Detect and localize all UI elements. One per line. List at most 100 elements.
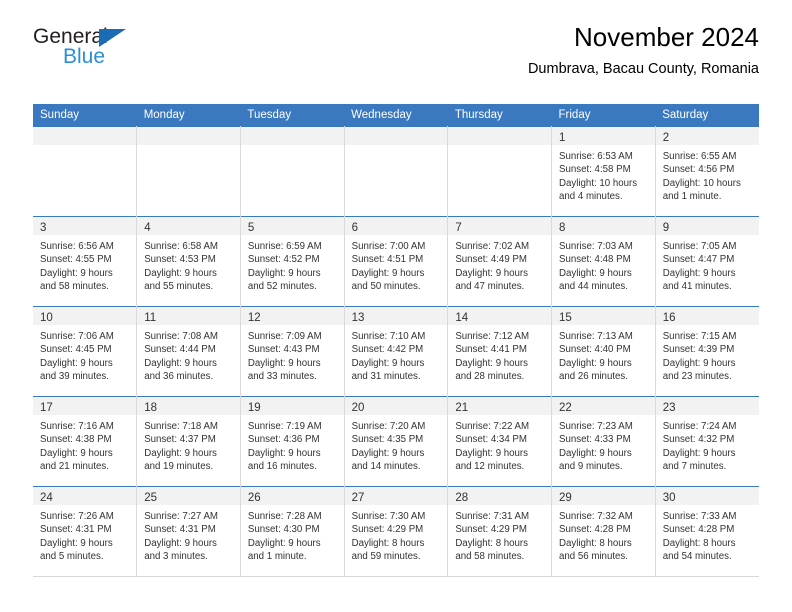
sunset-line: Sunset: 4:38 PM bbox=[40, 434, 112, 446]
calendar-day-cell[interactable]: 11 Sunrise: 7:08 AM Sunset: 4:44 PM Dayligh… bbox=[136, 306, 241, 397]
day-number: 30 bbox=[662, 492, 676, 504]
calendar-day-cell[interactable]: 23 Sunrise: 7:24 AM Sunset: 4:32 PM Dayligh… bbox=[655, 396, 759, 487]
daylight-line: Daylight: 10 hours bbox=[662, 177, 741, 189]
calendar-day-cell[interactable]: 12 Sunrise: 7:09 AM Sunset: 4:43 PM Dayligh… bbox=[240, 306, 345, 397]
daylight-line-cont: and 9 minutes. bbox=[559, 461, 623, 473]
sunrise-line: Sunrise: 7:02 AM bbox=[455, 241, 530, 252]
day-number-strip: 19 bbox=[240, 397, 344, 415]
daylight-line: Daylight: 8 hours bbox=[351, 537, 425, 549]
calendar-day-cell[interactable]: 3 Sunrise: 6:56 AM Sunset: 4:55 PM Daylight… bbox=[33, 216, 138, 307]
day-detail-lines: Sunrise: 7:27 AM Sunset: 4:31 PM Daylight:… bbox=[137, 505, 240, 564]
calendar-day-cell[interactable]: 29 Sunrise: 7:32 AM Sunset: 4:28 PM Dayligh… bbox=[551, 486, 656, 577]
page-title: November 2024 bbox=[574, 22, 759, 52]
sunset-line: Sunset: 4:43 PM bbox=[247, 344, 320, 356]
calendar-day-cell[interactable]: 27 Sunrise: 7:30 AM Sunset: 4:29 PM Dayligh… bbox=[344, 486, 449, 577]
day-cell-inner: 9 Sunrise: 7:05 AM Sunset: 4:47 PM Daylight… bbox=[655, 217, 759, 306]
day-detail-lines: Sunrise: 7:28 AM Sunset: 4:30 PM Daylight:… bbox=[241, 505, 344, 564]
day-detail-lines: Sunrise: 7:13 AM Sunset: 4:40 PM Daylight:… bbox=[552, 325, 655, 384]
day-cell-inner: 17 Sunrise: 7:16 AM Sunset: 4:38 PM Dayligh… bbox=[33, 397, 137, 486]
sunset-line: Sunset: 4:29 PM bbox=[455, 524, 527, 536]
day-cell-inner: 23 Sunrise: 7:24 AM Sunset: 4:32 PM Dayligh… bbox=[655, 397, 759, 486]
day-number-strip: 18 bbox=[137, 397, 240, 415]
day-cell-inner: 8 Sunrise: 7:03 AM Sunset: 4:48 PM Daylight… bbox=[552, 217, 655, 306]
calendar-week-row: 3 Sunrise: 6:56 AM Sunset: 4:55 PM Daylight… bbox=[33, 216, 759, 307]
day-number-strip: 4 bbox=[137, 217, 240, 235]
sunset-line: Sunset: 4:31 PM bbox=[40, 524, 112, 536]
day-number-strip: 12 bbox=[240, 307, 344, 325]
sunrise-line: Sunrise: 7:20 AM bbox=[351, 421, 426, 432]
daylight-line: Daylight: 9 hours bbox=[559, 447, 632, 459]
sunset-line: Sunset: 4:28 PM bbox=[559, 524, 631, 536]
calendar-day-cell[interactable]: 15 Sunrise: 7:13 AM Sunset: 4:40 PM Dayligh… bbox=[551, 306, 656, 397]
daylight-line-cont: and 16 minutes. bbox=[247, 461, 317, 473]
day-cell-inner: 27 Sunrise: 7:30 AM Sunset: 4:29 PM Dayligh… bbox=[344, 487, 448, 576]
calendar-day-cell[interactable]: 22 Sunrise: 7:23 AM Sunset: 4:33 PM Dayligh… bbox=[551, 396, 656, 487]
calendar-day-cell[interactable]: 14 Sunrise: 7:12 AM Sunset: 4:41 PM Dayligh… bbox=[447, 306, 553, 397]
calendar-day-cell[interactable]: 10 Sunrise: 7:06 AM Sunset: 4:45 PM Dayligh… bbox=[33, 306, 138, 397]
sunset-line: Sunset: 4:40 PM bbox=[559, 344, 631, 356]
daylight-line: Daylight: 9 hours bbox=[40, 537, 113, 549]
day-cell-inner bbox=[448, 127, 552, 216]
day-cell-inner: 16 Sunrise: 7:15 AM Sunset: 4:39 PM Dayligh… bbox=[655, 307, 759, 396]
page-header: General Blue November 2024 Dumbrava, Bac… bbox=[33, 0, 759, 77]
calendar-day-cell[interactable]: 24 Sunrise: 7:26 AM Sunset: 4:31 PM Dayligh… bbox=[33, 486, 138, 577]
day-number-strip: 22 bbox=[552, 397, 655, 415]
calendar-day-cell[interactable]: 13 Sunrise: 7:10 AM Sunset: 4:42 PM Dayligh… bbox=[344, 306, 449, 397]
daylight-line: Daylight: 9 hours bbox=[559, 357, 632, 369]
sunrise-line: Sunrise: 6:53 AM bbox=[559, 151, 633, 162]
calendar-day-cell[interactable]: 7 Sunrise: 7:02 AM Sunset: 4:49 PM Daylight… bbox=[447, 216, 553, 307]
calendar-day-cell[interactable]: 18 Sunrise: 7:18 AM Sunset: 4:37 PM Dayligh… bbox=[136, 396, 241, 487]
sunset-line: Sunset: 4:52 PM bbox=[247, 254, 320, 266]
day-number-strip: 6 bbox=[344, 217, 448, 235]
title-block: November 2024 Dumbrava, Bacau County, Ro… bbox=[528, 22, 759, 79]
weekday-header-sunday: Sunday bbox=[33, 104, 137, 127]
calendar-day-cell[interactable]: 9 Sunrise: 7:05 AM Sunset: 4:47 PM Daylight… bbox=[655, 216, 759, 307]
daylight-line-cont: and 5 minutes. bbox=[40, 551, 104, 563]
calendar-day-cell[interactable]: 1 Sunrise: 6:53 AM Sunset: 4:58 PM Daylight… bbox=[551, 126, 656, 217]
calendar-day-cell[interactable]: 28 Sunrise: 7:31 AM Sunset: 4:29 PM Dayligh… bbox=[447, 486, 553, 577]
general-blue-logo[interactable]: General Blue bbox=[33, 26, 193, 72]
day-number: 15 bbox=[559, 312, 572, 324]
daylight-line-cont: and 28 minutes. bbox=[455, 371, 525, 383]
sunset-line: Sunset: 4:55 PM bbox=[40, 254, 112, 266]
calendar-week-row: 1 Sunrise: 6:53 AM Sunset: 4:58 PM Daylight… bbox=[33, 126, 759, 217]
calendar-day-cell[interactable]: 20 Sunrise: 7:20 AM Sunset: 4:35 PM Dayligh… bbox=[344, 396, 449, 487]
day-number: 20 bbox=[351, 402, 365, 414]
daylight-line: Daylight: 9 hours bbox=[40, 267, 113, 279]
day-number-strip bbox=[137, 127, 240, 145]
calendar-cell-empty bbox=[240, 126, 345, 217]
day-detail-lines: Sunrise: 7:18 AM Sunset: 4:37 PM Daylight:… bbox=[137, 415, 240, 474]
daylight-line-cont: and 47 minutes. bbox=[455, 281, 525, 293]
daylight-line-cont: and 3 minutes. bbox=[144, 551, 208, 563]
calendar-day-cell[interactable]: 8 Sunrise: 7:03 AM Sunset: 4:48 PM Daylight… bbox=[551, 216, 656, 307]
day-cell-inner: 21 Sunrise: 7:22 AM Sunset: 4:34 PM Dayligh… bbox=[448, 397, 552, 486]
day-number-strip: 14 bbox=[448, 307, 552, 325]
day-detail-lines: Sunrise: 7:08 AM Sunset: 4:44 PM Daylight:… bbox=[137, 325, 240, 384]
day-detail-lines: Sunrise: 7:32 AM Sunset: 4:28 PM Daylight:… bbox=[552, 505, 655, 564]
day-number: 14 bbox=[455, 312, 469, 324]
calendar-day-cell[interactable]: 30 Sunrise: 7:33 AM Sunset: 4:28 PM Dayligh… bbox=[655, 486, 759, 577]
weekday-header-friday: Friday bbox=[551, 104, 656, 127]
day-detail-lines: Sunrise: 7:15 AM Sunset: 4:39 PM Daylight:… bbox=[656, 325, 759, 384]
calendar-day-cell[interactable]: 6 Sunrise: 7:00 AM Sunset: 4:51 PM Daylight… bbox=[344, 216, 449, 307]
calendar-day-cell[interactable]: 5 Sunrise: 6:59 AM Sunset: 4:52 PM Daylight… bbox=[240, 216, 345, 307]
sunrise-line: Sunrise: 7:28 AM bbox=[247, 511, 322, 522]
daylight-line: Daylight: 8 hours bbox=[455, 537, 529, 549]
calendar-day-cell[interactable]: 16 Sunrise: 7:15 AM Sunset: 4:39 PM Dayligh… bbox=[655, 306, 759, 397]
calendar-day-cell[interactable]: 2 Sunrise: 6:55 AM Sunset: 4:56 PM Daylight… bbox=[655, 126, 759, 217]
day-detail-lines: Sunrise: 7:00 AM Sunset: 4:51 PM Daylight:… bbox=[345, 235, 448, 294]
calendar-day-cell[interactable]: 17 Sunrise: 7:16 AM Sunset: 4:38 PM Dayligh… bbox=[33, 396, 138, 487]
day-detail-lines bbox=[33, 145, 136, 150]
calendar-day-cell[interactable]: 26 Sunrise: 7:28 AM Sunset: 4:30 PM Dayligh… bbox=[240, 486, 345, 577]
daylight-line: Daylight: 9 hours bbox=[662, 267, 736, 279]
calendar-day-cell[interactable]: 25 Sunrise: 7:27 AM Sunset: 4:31 PM Dayligh… bbox=[136, 486, 241, 577]
calendar-day-cell[interactable]: 21 Sunrise: 7:22 AM Sunset: 4:34 PM Dayligh… bbox=[447, 396, 553, 487]
sunrise-line: Sunrise: 7:08 AM bbox=[144, 331, 218, 342]
calendar-day-cell[interactable]: 19 Sunrise: 7:19 AM Sunset: 4:36 PM Dayligh… bbox=[240, 396, 345, 487]
weekday-row: Sunday Monday Tuesday Wednesday Thursday Frid… bbox=[33, 104, 759, 127]
day-number-strip: 23 bbox=[655, 397, 759, 415]
day-number: 21 bbox=[455, 402, 469, 414]
day-detail-lines: Sunrise: 7:16 AM Sunset: 4:38 PM Daylight:… bbox=[33, 415, 136, 474]
day-number: 6 bbox=[351, 222, 359, 234]
calendar-day-cell[interactable]: 4 Sunrise: 6:58 AM Sunset: 4:53 PM Daylight… bbox=[136, 216, 241, 307]
